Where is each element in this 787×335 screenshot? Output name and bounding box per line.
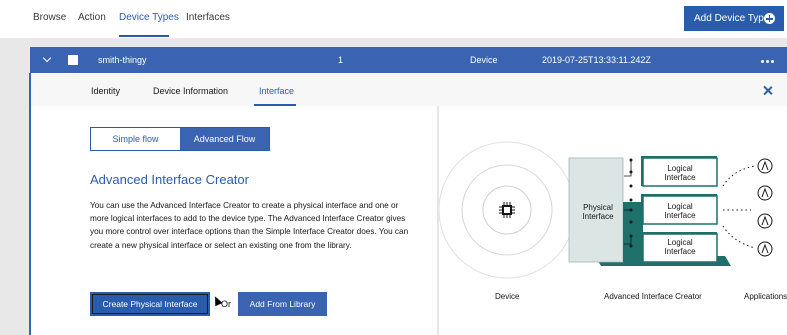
tab-identity[interactable]: Identity [91,86,120,96]
row-timestamp: 2019-07-25T13:33:11.242Z [542,55,651,65]
panel-heading: Advanced Interface Creator [90,172,249,187]
plus-icon [764,13,775,24]
detail-tabs: Identity Device Information Interface [31,73,787,106]
tab-device-information[interactable]: Device Information [153,86,228,96]
device-label: Device [495,292,520,301]
or-separator: Or [221,299,231,309]
close-icon[interactable] [763,85,773,95]
row-count: 1 [338,55,344,65]
chevron-down-icon[interactable] [42,53,52,63]
row-name: smith-thingy [98,55,147,65]
advanced-flow-option[interactable]: Advanced Flow [180,128,269,150]
interface-diagram: Physical Interface Logical Interface Log… [439,106,787,335]
physical-interface-label: Physical Interface [582,203,614,221]
table-row[interactable]: smith-thingy 1 Device 2019-07-25T13:33:1… [30,47,787,73]
interface-creator-panel: Simple flow Advanced Flow Advanced Inter… [31,106,437,335]
active-tab-indicator [119,35,169,37]
panel-description: You can use the Advanced Interface Creat… [90,201,409,250]
top-nav: Browse Action Device Types Interfaces Ad… [0,0,787,38]
applications-label: Applications [744,292,787,301]
tab-action[interactable]: Action [78,12,106,23]
creator-label: Advanced Interface Creator [604,292,702,301]
simple-flow-option[interactable]: Simple flow [91,128,180,150]
create-physical-interface-button[interactable]: Create Physical Interface [90,292,210,316]
left-gutter [0,47,30,335]
row-checkbox[interactable] [68,55,78,65]
person-icons [757,158,773,257]
logical-interface-label: Logical Interface [664,202,696,220]
nav-divider [0,38,787,47]
logical-interface-label: Logical Interface [664,164,696,182]
applications-graphic [722,165,756,249]
row-class: Device [470,55,498,65]
tab-device-types[interactable]: Device Types [119,12,179,23]
tab-interfaces[interactable]: Interfaces [186,12,230,23]
add-from-library-button[interactable]: Add From Library [238,292,327,316]
overflow-menu-icon[interactable] [761,55,776,65]
add-device-type-label: Add Device Type [694,13,770,24]
flow-toggle: Simple flow Advanced Flow [90,127,270,151]
tab-browse[interactable]: Browse [33,12,66,23]
device-graphic [439,141,576,279]
logical-interface-label: Logical Interface [664,238,696,256]
tab-interface[interactable]: Interface [259,86,294,96]
add-device-type-button[interactable]: Add Device Type [684,6,784,31]
